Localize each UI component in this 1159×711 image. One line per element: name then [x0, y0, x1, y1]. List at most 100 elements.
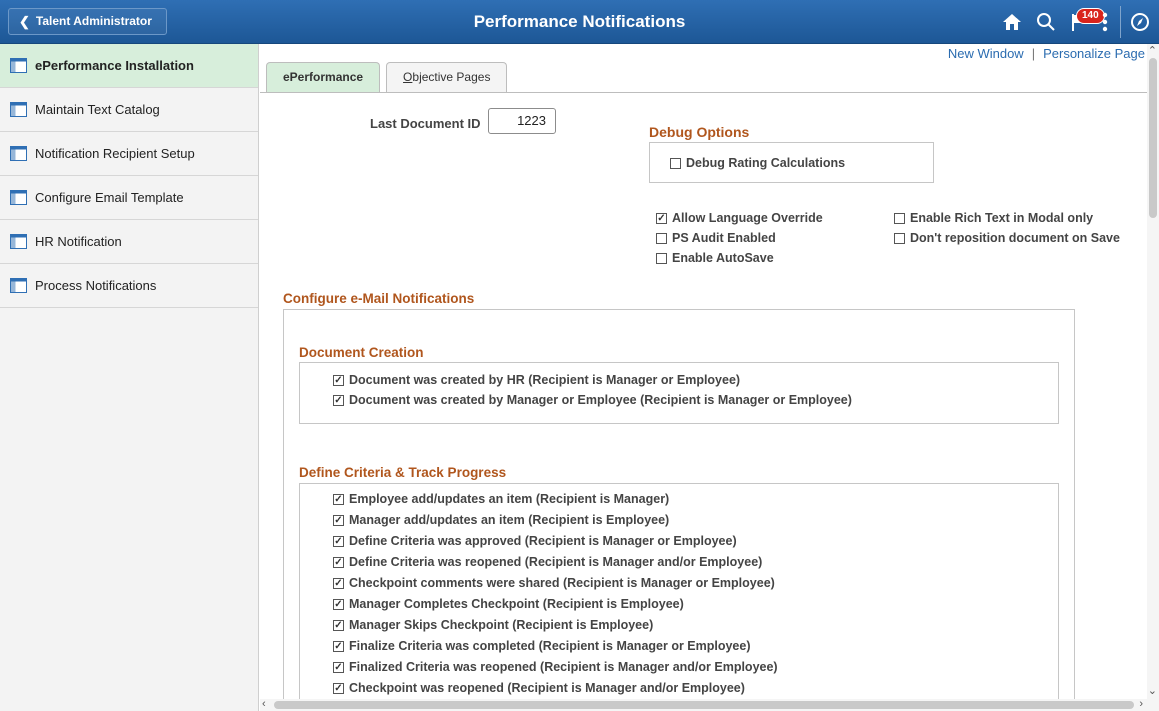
home-icon[interactable]	[1000, 8, 1024, 36]
criteria-checkbox[interactable]: ✓	[333, 640, 344, 652]
document-creation-box: ✓ Document was created by HR (Recipient …	[299, 362, 1059, 424]
doc-created-hr-checkbox[interactable]: ✓	[333, 374, 344, 386]
define-criteria-title: Define Criteria & Track Progress	[299, 465, 507, 480]
email-notifications-title: Configure e-Mail Notifications	[283, 291, 475, 306]
checkbox-label: PS Audit Enabled	[672, 231, 776, 245]
debug-rating-checkbox[interactable]	[670, 157, 681, 169]
rich-text-modal-checkbox[interactable]	[894, 212, 905, 224]
sidebar-item-process-notifications[interactable]: Process Notifications	[0, 264, 258, 308]
new-window-link[interactable]: New Window	[948, 46, 1024, 61]
dont-reposition-checkbox[interactable]	[894, 232, 905, 244]
ps-audit-row[interactable]: PS Audit Enabled	[656, 231, 776, 245]
left-navigation-panel: ePerformance Installation Maintain Text …	[0, 44, 259, 711]
criteria-item-row[interactable]: ✓ Checkpoint was reopened (Recipient is M…	[333, 681, 745, 695]
criteria-item-row[interactable]: ✓ Finalized Criteria was reopened (Recipi…	[333, 660, 778, 674]
doc-created-mgr-row[interactable]: ✓ Document was created by Manager or Emp…	[333, 393, 852, 407]
page-icon	[10, 234, 27, 249]
last-document-id-label: Last Document ID	[370, 116, 481, 131]
sidebar-item-label: Process Notifications	[35, 278, 157, 293]
email-notifications-box: Document Creation ✓ Document was created…	[283, 309, 1075, 711]
ps-audit-checkbox[interactable]	[656, 232, 667, 244]
criteria-checkbox[interactable]: ✓	[333, 493, 344, 505]
checkbox-label: Checkpoint comments were shared (Recipie…	[349, 576, 775, 590]
navbar-compass-icon[interactable]	[1128, 8, 1152, 36]
tab-underline	[260, 92, 1147, 93]
personalize-page-link[interactable]: Personalize Page	[1043, 46, 1145, 61]
vertical-scrollbar[interactable]: ⌃ ⌄	[1147, 44, 1159, 711]
link-separator: |	[1031, 46, 1036, 61]
checkbox-label: Manager add/updates an item (Recipient i…	[349, 513, 670, 527]
sidebar-item-label: HR Notification	[35, 234, 122, 249]
horizontal-scrollbar[interactable]: ‹ ›	[260, 698, 1147, 711]
debug-options-box: Debug Rating Calculations	[649, 142, 934, 183]
search-icon[interactable]	[1034, 8, 1058, 36]
checkbox-label: Document was created by HR (Recipient is…	[349, 373, 741, 387]
criteria-checkbox[interactable]: ✓	[333, 682, 344, 694]
checkbox-label: Finalize Criteria was completed (Recipie…	[349, 639, 751, 653]
sidebar-item-label: Notification Recipient Setup	[35, 146, 195, 161]
checkbox-label: Employee add/updates an item (Recipient …	[349, 492, 670, 506]
checkbox-label: Manager Skips Checkpoint (Recipient is E…	[349, 618, 654, 632]
checkbox-label: Allow Language Override	[672, 211, 823, 225]
criteria-item-row[interactable]: ✓ Define Criteria was approved (Recipient…	[333, 534, 737, 548]
vertical-scroll-thumb[interactable]	[1149, 58, 1157, 218]
page-icon	[10, 146, 27, 161]
actions-menu-icon[interactable]	[1099, 8, 1111, 36]
define-criteria-box: ✓ Employee add/updates an item (Recipient…	[299, 483, 1059, 711]
rich-text-modal-row[interactable]: Enable Rich Text in Modal only	[894, 211, 1093, 225]
criteria-item-row[interactable]: ✓ Checkpoint comments were shared (Recipi…	[333, 576, 775, 590]
checkbox-label: Checkpoint was reopened (Recipient is Ma…	[349, 681, 745, 695]
dont-reposition-row[interactable]: Don't reposition document on Save	[894, 231, 1120, 245]
doc-created-mgr-checkbox[interactable]: ✓	[333, 394, 344, 406]
criteria-checkbox[interactable]: ✓	[333, 577, 344, 589]
page-links: New Window | Personalize Page	[948, 46, 1145, 61]
last-document-id-field[interactable]: 1223	[488, 108, 556, 134]
page-title: Performance Notifications	[473, 12, 686, 31]
checkbox-label: Finalized Criteria was reopened (Recipie…	[349, 660, 778, 674]
debug-options-title: Debug Options	[649, 124, 750, 140]
allow-language-override-row[interactable]: ✓ Allow Language Override	[656, 211, 823, 225]
criteria-checkbox[interactable]: ✓	[333, 661, 344, 673]
debug-rating-checkbox-row[interactable]: Debug Rating Calculations	[670, 156, 845, 170]
allow-language-override-checkbox[interactable]: ✓	[656, 212, 667, 224]
scroll-down-icon[interactable]: ⌄	[1148, 684, 1157, 697]
notification-flag-icon[interactable]: 140	[1064, 8, 1105, 36]
scroll-right-icon[interactable]: ›	[1139, 698, 1143, 710]
sidebar-item-maintain-text-catalog[interactable]: Maintain Text Catalog	[0, 88, 258, 132]
checkbox-label: Enable Rich Text in Modal only	[910, 211, 1094, 225]
enable-autosave-row[interactable]: Enable AutoSave	[656, 251, 774, 265]
scroll-left-icon[interactable]: ‹	[262, 698, 266, 710]
sidebar-item-notification-recipient-setup[interactable]: Notification Recipient Setup	[0, 132, 258, 176]
criteria-checkbox[interactable]: ✓	[333, 556, 344, 568]
criteria-checkbox[interactable]: ✓	[333, 598, 344, 610]
scroll-up-icon[interactable]: ⌃	[1148, 44, 1157, 57]
tab-bar: ePerformance Objective Pages	[266, 62, 508, 92]
checkbox-label: Enable AutoSave	[672, 251, 774, 265]
page-icon	[10, 102, 27, 117]
checkbox-label: Define Criteria was reopened (Recipient …	[349, 555, 763, 569]
criteria-item-row[interactable]: ✓ Employee add/updates an item (Recipient…	[333, 492, 669, 506]
header-divider	[1120, 6, 1121, 38]
criteria-item-row[interactable]: ✓ Finalize Criteria was completed (Recipi…	[333, 639, 751, 653]
enable-autosave-checkbox[interactable]	[656, 252, 667, 264]
tab-eperformance[interactable]: ePerformance	[266, 62, 381, 92]
doc-created-hr-row[interactable]: ✓ Document was created by HR (Recipient …	[333, 373, 740, 387]
criteria-checkbox[interactable]: ✓	[333, 535, 344, 547]
criteria-item-row[interactable]: ✓ Manager add/updates an item (Recipient …	[333, 513, 669, 527]
checkbox-label: Define Criteria was approved (Recipient …	[349, 534, 737, 548]
criteria-checkbox[interactable]: ✓	[333, 514, 344, 526]
sidebar-item-eperformance-installation[interactable]: ePerformance Installation	[0, 44, 258, 88]
criteria-item-row[interactable]: ✓ Manager Skips Checkpoint (Recipient is …	[333, 618, 653, 632]
page-icon	[10, 278, 27, 293]
sidebar-item-configure-email-template[interactable]: Configure Email Template	[0, 176, 258, 220]
sidebar-item-label: Maintain Text Catalog	[35, 102, 160, 117]
criteria-item-row[interactable]: ✓ Manager Completes Checkpoint (Recipient…	[333, 597, 684, 611]
horizontal-scroll-thumb[interactable]	[274, 701, 1134, 709]
criteria-item-row[interactable]: ✓ Define Criteria was reopened (Recipient…	[333, 555, 762, 569]
document-creation-title: Document Creation	[299, 345, 424, 360]
top-banner: ❮ Talent Administrator Performance Notif…	[0, 0, 1159, 44]
criteria-checkbox[interactable]: ✓	[333, 619, 344, 631]
sidebar-item-hr-notification[interactable]: HR Notification	[0, 220, 258, 264]
checkbox-label: Document was created by Manager or Emplo…	[349, 393, 852, 407]
tab-objective-pages[interactable]: Objective Pages	[386, 62, 508, 92]
